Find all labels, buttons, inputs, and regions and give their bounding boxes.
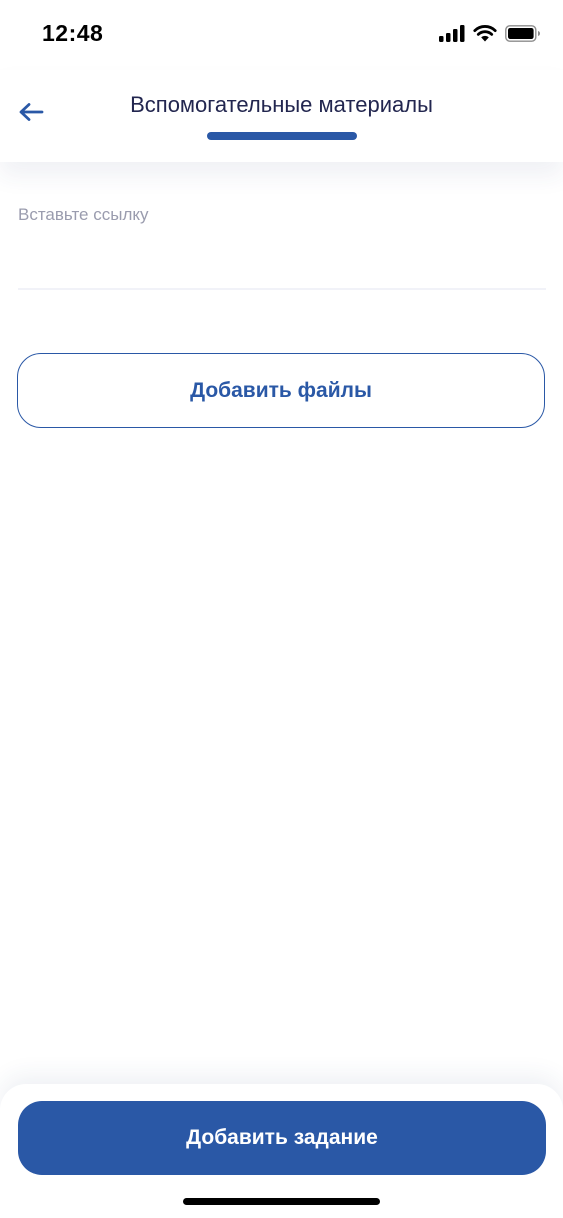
add-files-button[interactable]: Добавить файлы [17,353,545,428]
home-indicator[interactable] [183,1198,380,1205]
bottom-panel: Добавить задание [0,1084,563,1218]
add-task-label: Добавить задание [186,1126,378,1149]
link-field [18,195,546,290]
link-input[interactable] [18,195,546,235]
add-task-button[interactable]: Добавить задание [18,1101,546,1175]
title-underline [207,132,357,140]
wifi-icon [473,24,497,47]
add-files-label: Добавить файлы [190,378,372,402]
cellular-signal-icon [439,24,465,47]
battery-icon [505,24,541,47]
status-bar: 12:48 [0,0,563,70]
header: Вспомогательные материалы [0,70,563,162]
status-icons [439,24,541,47]
status-time: 12:48 [42,20,104,46]
page-title: Вспомогательные материалы [130,92,433,117]
